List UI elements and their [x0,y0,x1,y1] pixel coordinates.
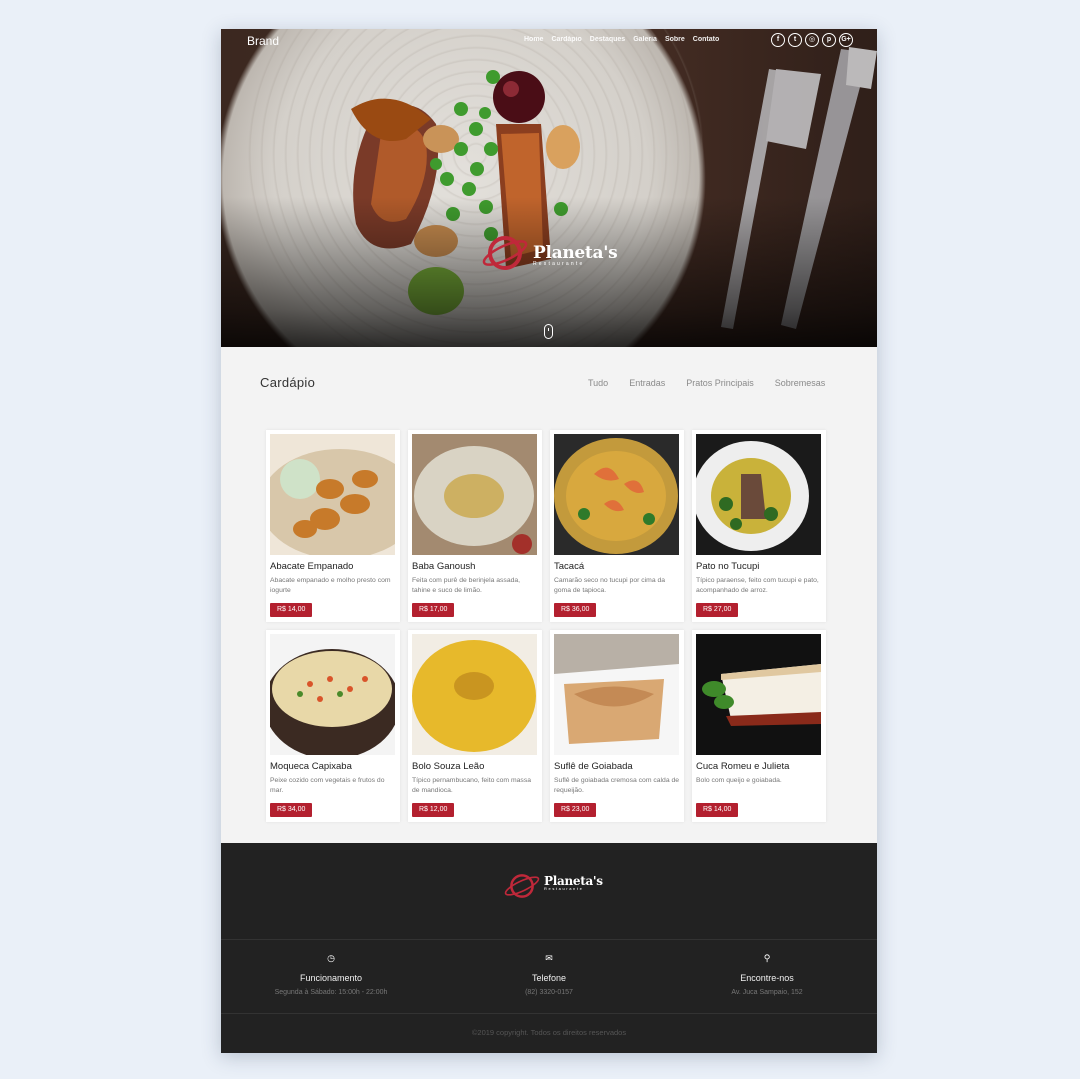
menu-item-desc: Bolo com queijo e goiabada. [696,777,782,784]
menu-item-desc: Peixe cozido com vegetais e frutos do ma… [270,777,385,794]
menu-item-name: Baba Ganoush [412,561,476,572]
price-badge: R$ 23,00 [554,803,597,817]
menu-item-desc: Abacate empanado e molho presto com iogu… [270,577,391,594]
planet-logo-icon [504,874,540,898]
menu-filters: Tudo Entradas Pratos Principais Sobremesas [588,378,825,388]
filter-tab[interactable]: Tudo [588,378,608,388]
brand-link[interactable]: Brand [247,34,279,48]
scroll-mouse-icon[interactable] [544,324,553,339]
nav-link-galeria[interactable]: Galeria [633,36,657,43]
nav-link-cardpio[interactable]: Cardápio [551,36,581,43]
menu-item-name: Tacacá [554,561,585,572]
nav-links: Home Cardápio Destaques Galeria Sobre Contato [524,36,719,43]
menu-item-name: Moqueca Capixaba [270,761,352,772]
menu-card[interactable]: Cuca Romeu e Julieta Bolo com queijo e go… [692,630,826,822]
menu-item-name: Cuca Romeu e Julieta [696,761,790,772]
price-badge: R$ 12,00 [412,803,455,817]
menu-item-name: Abacate Empanado [270,561,354,572]
twitter-icon[interactable]: t [788,33,802,47]
menu-item-name: Suflê de Goiabada [554,761,633,772]
menu-item-desc: Típico pernambucano, feito com massa de … [412,777,532,794]
nav-link-sobre[interactable]: Sobre [665,36,685,43]
footer-info-sub: (82) 3320-0157 [525,989,573,996]
menu-item-image [696,434,821,555]
menu-item-image [412,434,537,555]
menu-card[interactable]: Baba Ganoush Feita com purê de berinjela … [408,430,542,622]
menu-item-image [554,434,679,555]
filter-tab[interactable]: Pratos Principais [686,378,754,388]
facebook-icon[interactable]: f [771,33,785,47]
nav-link-contato[interactable]: Contato [693,36,719,43]
menu-item-desc: Feita com purê de berinjela assada, tahi… [412,577,521,594]
menu-item-image [270,434,395,555]
navbar: Brand Home Cardápio Destaques Galeria Sobre C… [221,29,877,53]
menu-card[interactable]: Bolo Souza Leão Típico pernambucano, feit… [408,630,542,822]
price-badge: R$ 36,00 [554,603,597,617]
clock-icon: ◷ [327,953,335,963]
price-badge: R$ 17,00 [412,603,455,617]
menu-item-image [270,634,395,755]
menu-item-desc: Camarão seco no tucupi por cima da goma … [554,577,666,594]
price-badge: R$ 27,00 [696,603,739,617]
footer-logo: Planeta's Restaurante [504,874,603,898]
copyright: ©2019 copyright. Todos os direitos reser… [471,1028,627,1037]
footer-info-sub: Segunda à Sábado: 15:00h - 22:00h [274,989,388,996]
menu-card[interactable]: Pato no Tucupi Típico paraense, feito com… [692,430,826,622]
footer-info-2: ⚲ Encontre-nos Av. Juca Sampaio, 152 [667,953,867,996]
footer-info-sub: Av. Juca Sampaio, 152 [731,989,803,996]
menu-item-image [554,634,679,755]
menu-card[interactable]: Abacate Empanado Abacate empanado e molho… [266,430,400,622]
filter-tab[interactable]: Entradas [629,378,665,388]
social-links: f t ◎ p G+ [771,33,853,47]
filter-tab[interactable]: Sobremesas [775,378,826,388]
footer-info-title: Encontre-nos [740,973,794,983]
footer: Planeta's Restaurante ◷ Funcionamento Segu… [221,843,877,1053]
menu-item-desc: Típico paraense, feito com tucupi e pato… [696,577,819,594]
hero-logo-name: Planeta's [533,243,618,263]
footer-info-title: Telefone [531,973,567,983]
nav-link-home[interactable]: Home [524,36,543,43]
chat-icon: ✉ [545,953,553,963]
menu-card[interactable]: Tacacá Camarão seco no tucupi por cima da… [550,430,684,622]
menu-item-image [696,634,821,755]
footer-divider [221,939,877,940]
pin-icon: ⚲ [763,953,771,963]
menu-item-name: Bolo Souza Leão [412,761,485,772]
footer-info-0: ◷ Funcionamento Segunda à Sábado: 15:00h -… [231,953,431,996]
price-badge: R$ 14,00 [270,603,313,617]
price-badge: R$ 34,00 [270,803,313,817]
footer-info-title: Funcionamento [299,973,363,983]
hero-logo: Planeta's Restaurante [482,236,618,270]
planet-logo-icon [482,236,528,270]
menu-title: Cardápio [260,375,316,390]
menu-item-name: Pato no Tucupi [696,561,760,572]
instagram-icon[interactable]: ◎ [805,33,819,47]
pinterest-icon[interactable]: p [822,33,836,47]
footer-divider [221,1013,877,1014]
hero-banner: Brand Home Cardápio Destaques Galeria Sobre C… [221,29,877,347]
menu-item-desc: Suflê de goiabada cremosa com calda de r… [554,777,680,794]
menu-card[interactable]: Moqueca Capixaba Peixe cozido com vegetai… [266,630,400,822]
menu-card[interactable]: Suflê de Goiabada Suflê de goiabada cremo… [550,630,684,822]
page: Brand Home Cardápio Destaques Galeria Sobre C… [221,29,877,1053]
nav-link-destaques[interactable]: Destaques [590,36,625,43]
google-plus-icon[interactable]: G+ [839,33,853,47]
footer-info-1: ✉ Telefone (82) 3320-0157 [449,953,649,996]
price-badge: R$ 14,00 [696,803,739,817]
menu-item-image [412,634,537,755]
